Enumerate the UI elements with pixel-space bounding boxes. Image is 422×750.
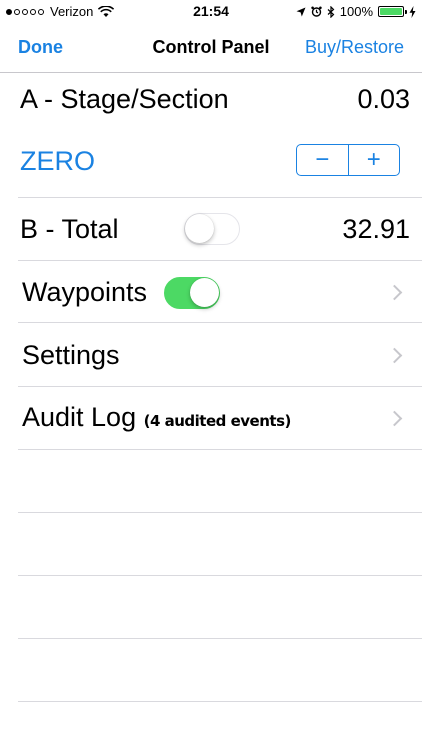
settings-label: Settings — [22, 340, 120, 370]
audit-event-count: (4 audited events) — [143, 412, 292, 430]
audit-log-label: Audit Log (4 audited events) — [22, 402, 291, 433]
location-arrow-icon — [296, 7, 306, 16]
chevron-right-icon — [386, 284, 403, 301]
separator — [18, 701, 422, 702]
status-bar: Verizon 21:54 100% — [0, 0, 422, 24]
waypoints-label: Waypoints — [22, 277, 148, 307]
total-label: B - Total — [20, 214, 119, 244]
bluetooth-icon — [327, 5, 335, 18]
increment-button[interactable]: + — [349, 145, 400, 175]
waypoints-toggle[interactable] — [164, 277, 220, 309]
total-value: 32.91 — [342, 214, 410, 244]
stage-stepper[interactable]: − + — [296, 144, 400, 176]
done-button[interactable]: Done — [18, 37, 63, 58]
status-right: 100% — [296, 4, 416, 19]
stage-section-value: 0.03 — [357, 84, 410, 114]
buy-restore-button[interactable]: Buy/Restore — [305, 37, 404, 58]
separator — [18, 449, 422, 450]
charging-bolt-icon — [409, 5, 416, 18]
separator — [18, 512, 422, 513]
decrement-button[interactable]: − — [297, 145, 349, 175]
stage-section-label: A - Stage/Section — [20, 84, 229, 114]
toggle-knob — [185, 214, 214, 243]
chevron-right-icon — [386, 347, 403, 364]
separator — [18, 638, 422, 639]
battery-percentage: 100% — [339, 4, 373, 19]
total-toggle[interactable] — [184, 213, 240, 245]
audit-log-title: Audit Log — [22, 402, 137, 432]
alarm-clock-icon — [311, 6, 322, 17]
zero-button[interactable]: ZERO — [20, 146, 95, 177]
battery-icon — [378, 6, 407, 17]
separator — [18, 197, 422, 198]
toggle-knob — [190, 278, 219, 307]
separator — [18, 575, 422, 576]
chevron-right-icon — [386, 410, 403, 427]
navigation-bar: Control Panel Done Buy/Restore — [0, 24, 422, 73]
